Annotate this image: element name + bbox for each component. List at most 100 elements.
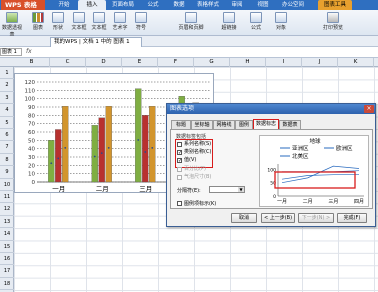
tab-formulas[interactable]: 公式 — [140, 0, 166, 10]
data-marker — [50, 162, 53, 165]
column-header-cell[interactable]: H — [230, 58, 266, 67]
tab-data-table[interactable]: 数据表 — [279, 120, 301, 129]
y-tick-label: 90 — [28, 105, 35, 111]
row-header-cell[interactable]: 10 — [0, 179, 14, 191]
bar — [142, 115, 149, 183]
textbox-button[interactable]: 文本框 — [70, 12, 88, 31]
column-header-cell[interactable]: F — [158, 58, 194, 67]
document-tab-bar: 我的WPS | 文档 1 中的 图表 1 — [0, 36, 378, 47]
tab-office-space[interactable]: 办公空间 — [276, 0, 310, 10]
object-icon — [275, 12, 287, 23]
value-checkbox[interactable]: ✓ 值(V) — [177, 157, 196, 163]
preview-x-tick: 四月 — [354, 199, 364, 205]
object-button[interactable]: 对象 — [274, 12, 288, 31]
row-header-cell[interactable]: 15 — [0, 241, 14, 253]
preview-title: 地球 — [309, 137, 321, 145]
formula-button[interactable]: 公式 — [248, 12, 264, 31]
column-header-cell[interactable]: E — [122, 58, 158, 67]
row-header-cell[interactable]: 2 — [0, 79, 14, 92]
tab-chart-tools[interactable]: 图表工具 — [318, 0, 352, 10]
preview-x-tick: 一月 — [277, 199, 287, 205]
row-header-cell[interactable]: 13 — [0, 216, 14, 229]
tab-home[interactable]: 开始 — [50, 0, 78, 10]
row-header-cell[interactable]: 12 — [0, 203, 14, 216]
tab-data-labels[interactable]: 数据标志 — [253, 119, 279, 129]
row-header-cell[interactable]: 14 — [0, 228, 14, 241]
series-name-checkbox[interactable]: 系列名称(S) — [177, 141, 211, 147]
preview-y-tick: 0 — [273, 194, 276, 200]
row-header-cell[interactable]: 3 — [0, 92, 14, 105]
pivot-table-icon — [6, 12, 18, 23]
chart-options-dialog: 图表选项 × 标题 坐标轴 网格线 图例 数据标志 数据表 数据标签包括 系列名… — [166, 103, 376, 227]
y-tick-label: 70 — [28, 122, 35, 128]
chart-icon — [32, 12, 44, 23]
checkbox-box — [177, 141, 182, 147]
symbol-button[interactable]: 符号 — [134, 12, 148, 31]
row-header-cell[interactable]: 9 — [0, 166, 14, 179]
finish-button[interactable]: 完成(F) — [337, 213, 367, 223]
tab-view[interactable]: 视图 — [250, 0, 276, 10]
column-header-cell[interactable]: K — [338, 58, 374, 67]
wordart-button[interactable]: 艺术字 — [111, 12, 129, 31]
row-header-cell[interactable]: 11 — [0, 191, 14, 204]
fx-icon[interactable]: fx — [26, 47, 32, 57]
bar — [55, 129, 62, 183]
back-button[interactable]: < 上一步(B) — [261, 213, 295, 223]
header-footer-icon — [185, 12, 197, 23]
tab-review[interactable]: 审阅 — [224, 0, 250, 10]
dialog-title: 图表选项 — [167, 104, 375, 114]
column-header-cell[interactable]: I — [266, 58, 302, 67]
app-menu-button[interactable]: WPS 表格 — [1, 0, 45, 10]
legend-key-checkbox[interactable]: 图例项标示(K) — [177, 200, 216, 207]
chart-button[interactable]: 图表 — [31, 12, 45, 31]
bar — [135, 88, 142, 183]
tab-insert[interactable]: 插入 — [78, 0, 106, 10]
next-button[interactable]: 下一步(N) > — [298, 213, 334, 223]
column-header-cell[interactable]: J — [302, 58, 338, 67]
tab-data[interactable]: 数据 — [166, 0, 192, 10]
row-header-cell[interactable]: 4 — [0, 104, 14, 117]
legend-label: 北美区 — [292, 152, 309, 160]
pivot-table-button[interactable]: 数据透视表 — [1, 12, 23, 38]
row-header-cell[interactable]: 17 — [0, 265, 14, 278]
column-header-cell[interactable]: B — [14, 58, 50, 67]
row-header-cell[interactable]: 16 — [0, 253, 14, 266]
column-header-cell[interactable]: D — [86, 58, 122, 67]
data-marker — [137, 139, 140, 141]
preview-series-line — [281, 174, 359, 180]
row-header-cell[interactable]: 18 — [0, 278, 14, 291]
row-header-cell[interactable]: 8 — [0, 154, 14, 167]
tab-page-layout[interactable]: 页面布局 — [106, 0, 140, 10]
name-box[interactable]: 图表 1 — [0, 48, 22, 56]
category-name-checkbox[interactable]: ✓ 类别名称(C) — [177, 149, 211, 155]
tab-legend[interactable]: 图例 — [235, 120, 253, 129]
y-tick-label: 0 — [32, 180, 36, 186]
header-footer-button[interactable]: 页眉和页脚 — [176, 12, 206, 31]
preview-x-tick: 二月 — [303, 199, 313, 205]
percentage-checkbox: 百分比(P) — [177, 166, 206, 172]
row-header-cell[interactable]: 1 — [0, 67, 14, 80]
column-header-cell[interactable]: C — [50, 58, 86, 67]
tab-axes[interactable]: 坐标轴 — [191, 120, 213, 129]
data-marker — [107, 146, 110, 149]
row-header-cell[interactable]: 7 — [0, 141, 14, 154]
tab-title[interactable]: 标题 — [171, 120, 191, 129]
row-header-cell[interactable]: 5 — [0, 117, 14, 129]
column-header-cell[interactable]: G — [194, 58, 230, 67]
row-header-cell[interactable]: 6 — [0, 129, 14, 142]
cancel-button[interactable]: 取消 — [231, 213, 257, 223]
column-header: BCDEFGHIJK — [0, 58, 378, 67]
y-tick-label: 100 — [25, 97, 36, 103]
hyperlink-button[interactable]: 超链接 — [220, 12, 238, 31]
y-tick-label: 80 — [28, 113, 35, 119]
shape-button[interactable]: 形状 — [51, 12, 65, 31]
y-tick-label: 50 — [28, 138, 35, 144]
textbox-vertical-button[interactable]: 文本框 — [90, 12, 108, 31]
tab-table-style[interactable]: 表格样式 — [192, 0, 224, 10]
print-preview-button[interactable]: 打印预览 — [320, 12, 346, 31]
tab-gridlines[interactable]: 网格线 — [213, 120, 235, 129]
x-tick-label: 一月 — [52, 185, 65, 193]
document-tab[interactable]: 我的WPS | 文档 1 中的 图表 1 — [50, 37, 142, 47]
separator-select[interactable]: ▼ — [209, 186, 245, 193]
close-icon[interactable]: × — [364, 105, 374, 113]
